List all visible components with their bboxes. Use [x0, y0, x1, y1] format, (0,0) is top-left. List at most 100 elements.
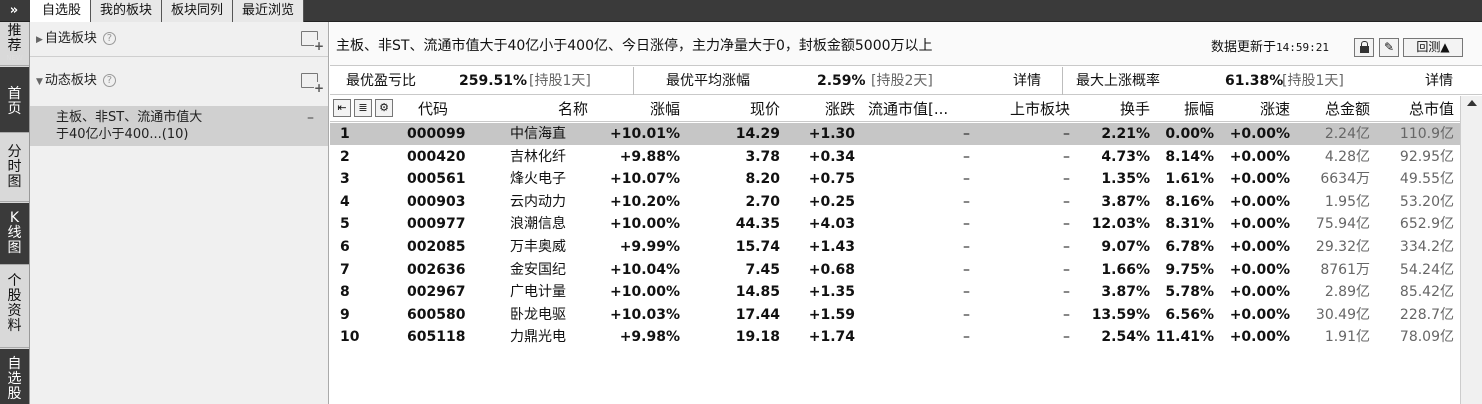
table-row[interactable]: 9 600580 卧龙电驱 +10.03% 17.44 +1.59 – – 13.59% 6.56…: [330, 304, 1470, 326]
add-sector-icon[interactable]: [301, 31, 324, 52]
cell-speed: +0.00%: [1229, 126, 1290, 142]
scroll-up-icon[interactable]: [1467, 100, 1477, 106]
tab-recent[interactable]: 最近浏览: [233, 0, 305, 22]
help-icon[interactable]: ?: [102, 74, 116, 87]
col-header-price[interactable]: 现价: [725, 96, 780, 122]
tab-sector-peers[interactable]: 板块同列: [162, 0, 234, 22]
best-avg-value: 2.59%: [817, 73, 866, 89]
vertical-scrollbar[interactable]: [1460, 96, 1482, 404]
help-icon[interactable]: ?: [102, 32, 116, 45]
cell-amp: 5.78%: [1165, 284, 1214, 301]
remove-item-button[interactable]: –: [307, 110, 314, 127]
cell-speed: +0.00%: [1229, 261, 1290, 278]
col-header-board[interactable]: 上市板块: [980, 96, 1070, 122]
cell-code: 000099: [407, 126, 466, 142]
cell-idx: 10: [340, 329, 360, 346]
table-row[interactable]: 6 002085 万丰奥威 +9.99% 15.74 +1.43 – – 9.07% 6.78% +…: [330, 236, 1470, 258]
expand-icon[interactable]: »: [0, 0, 28, 22]
vnav-kline[interactable]: K线图: [0, 203, 29, 265]
vnav-stock-info[interactable]: 个股资料: [0, 266, 29, 348]
table-row[interactable]: 4 000903 云内动力 +10.20% 2.70 +0.25 – – 3.87% 8.16% +…: [330, 191, 1470, 213]
cell-chg: +1.74: [808, 329, 855, 346]
col-header-pct[interactable]: 涨幅: [630, 96, 680, 122]
cell-amount: 8761万: [1320, 261, 1370, 278]
cell-name: 中信海直: [510, 126, 566, 142]
col-header-code[interactable]: 代码: [418, 96, 448, 122]
best-avg-hold: [持股2天]: [871, 73, 933, 89]
col-header-speed[interactable]: 涨速: [1230, 96, 1290, 122]
add-sector-icon[interactable]: [301, 73, 324, 94]
cell-name: 卧龙电驱: [510, 306, 566, 323]
scroll-left-icon[interactable]: ⇤: [333, 99, 351, 117]
cell-chg: +0.68: [808, 261, 855, 278]
vnav-recommend[interactable]: 推荐 NEW: [0, 22, 29, 66]
cell-price: 3.78: [745, 148, 780, 165]
col-header-float-mcap[interactable]: 流通市值[...: [868, 96, 948, 122]
backtest-button[interactable]: 回测▲: [1403, 38, 1463, 57]
cell-price: 44.35: [735, 216, 780, 233]
col-header-mcap[interactable]: 总市值: [1390, 96, 1454, 122]
col-header-turnover[interactable]: 换手: [1090, 96, 1150, 122]
cell-code: 000420: [407, 148, 466, 165]
col-header-change[interactable]: 涨跌: [800, 96, 855, 122]
cell-idx: 6: [340, 239, 350, 255]
vnav-intraday-label: 分时图: [7, 144, 22, 190]
vnav-intraday[interactable]: 分时图: [0, 134, 29, 202]
sidebar-item-label-1: 主板、非ST、流通市值大: [56, 110, 203, 125]
cell-amp: 6.56%: [1165, 306, 1214, 323]
custom-sector-header[interactable]: ▶ 自选板块?: [30, 22, 328, 56]
cell-board: –: [1063, 306, 1070, 323]
cell-idx: 9: [340, 306, 350, 323]
cell-price: 14.85: [735, 284, 780, 301]
col-header-amplitude[interactable]: 振幅: [1160, 96, 1214, 122]
cell-mcap: 334.2亿: [1399, 239, 1454, 255]
vnav-watchlist[interactable]: 自选股: [0, 349, 29, 404]
table-row[interactable]: 1 000099 中信海直 +10.01% 14.29 +1.30 – – 2.21% 0.00%…: [330, 123, 1470, 145]
cell-board: –: [1063, 171, 1070, 188]
col-header-amount[interactable]: 总金额: [1310, 96, 1370, 122]
table-row[interactable]: 5 000977 浪潮信息 +10.00% 44.35 +4.03 – – 12.03% 8.31…: [330, 213, 1470, 235]
cell-name: 浪潮信息: [510, 216, 566, 233]
table-row[interactable]: 3 000561 烽火电子 +10.07% 8.20 +0.75 – – 1.35% 1.61% +…: [330, 168, 1470, 190]
cell-mcap: 85.42亿: [1399, 284, 1454, 301]
lock-icon: [1359, 41, 1369, 53]
cell-amp: 9.75%: [1165, 261, 1214, 278]
lock-button[interactable]: [1354, 38, 1374, 57]
cell-amount: 2.89亿: [1324, 284, 1370, 301]
cell-code: 002085: [407, 239, 466, 255]
edit-button[interactable]: ✎: [1379, 38, 1399, 57]
cell-chg: +0.75: [808, 171, 855, 188]
cell-amount: 1.95亿: [1324, 193, 1370, 210]
table-row[interactable]: 7 002636 金安国纪 +10.04% 7.45 +0.68 – – 1.66% 9.75% +…: [330, 259, 1470, 281]
detail-link-2[interactable]: 详情: [1425, 67, 1453, 95]
cell-price: 2.70: [745, 193, 780, 210]
detail-link-1[interactable]: 详情: [1013, 67, 1041, 95]
vnav-home-label: 首页: [7, 86, 22, 117]
cell-float: –: [963, 284, 970, 301]
table-row[interactable]: 10 605118 力鼎光电 +9.98% 19.18 +1.74 – – 2.54% 11.41…: [330, 326, 1470, 348]
cell-idx: 2: [340, 148, 350, 165]
cell-name: 金安国纪: [510, 261, 566, 278]
cell-turnover: 9.07%: [1101, 239, 1150, 255]
gear-icon[interactable]: ⚙: [375, 99, 393, 117]
tab-my-sectors[interactable]: 我的板块: [91, 0, 163, 22]
col-header-name[interactable]: 名称: [538, 96, 608, 122]
cell-amount: 30.49亿: [1315, 306, 1370, 323]
vnav-home[interactable]: 首页: [0, 67, 29, 133]
collapsed-arrow-icon: ▶: [36, 35, 43, 45]
cell-name: 广电计量: [510, 284, 566, 301]
cell-board: –: [1063, 148, 1070, 165]
table-row[interactable]: 2 000420 吉林化纤 +9.88% 3.78 +0.34 – – 4.73% 8.14% +0…: [330, 146, 1470, 168]
cell-board: –: [1063, 261, 1070, 278]
sort-icon[interactable]: ≣: [354, 99, 372, 117]
table-row[interactable]: 8 002967 广电计量 +10.00% 14.85 +1.35 – – 3.87% 5.78%…: [330, 281, 1470, 303]
tab-watchlist[interactable]: 自选股: [30, 0, 92, 22]
vnav-stock-info-label: 个股资料: [7, 273, 22, 334]
cell-mcap: 228.7亿: [1399, 306, 1454, 323]
cell-mcap: 110.9亿: [1399, 126, 1454, 142]
cell-float: –: [963, 148, 970, 165]
sidebar-item-dynamic-sector[interactable]: 主板、非ST、流通市值大 于40亿小于400...(10) –: [30, 106, 328, 146]
cell-mcap: 78.09亿: [1399, 329, 1454, 346]
cell-pct: +10.03%: [610, 306, 681, 323]
dynamic-sector-header[interactable]: ▼ 动态板块?: [30, 64, 328, 98]
